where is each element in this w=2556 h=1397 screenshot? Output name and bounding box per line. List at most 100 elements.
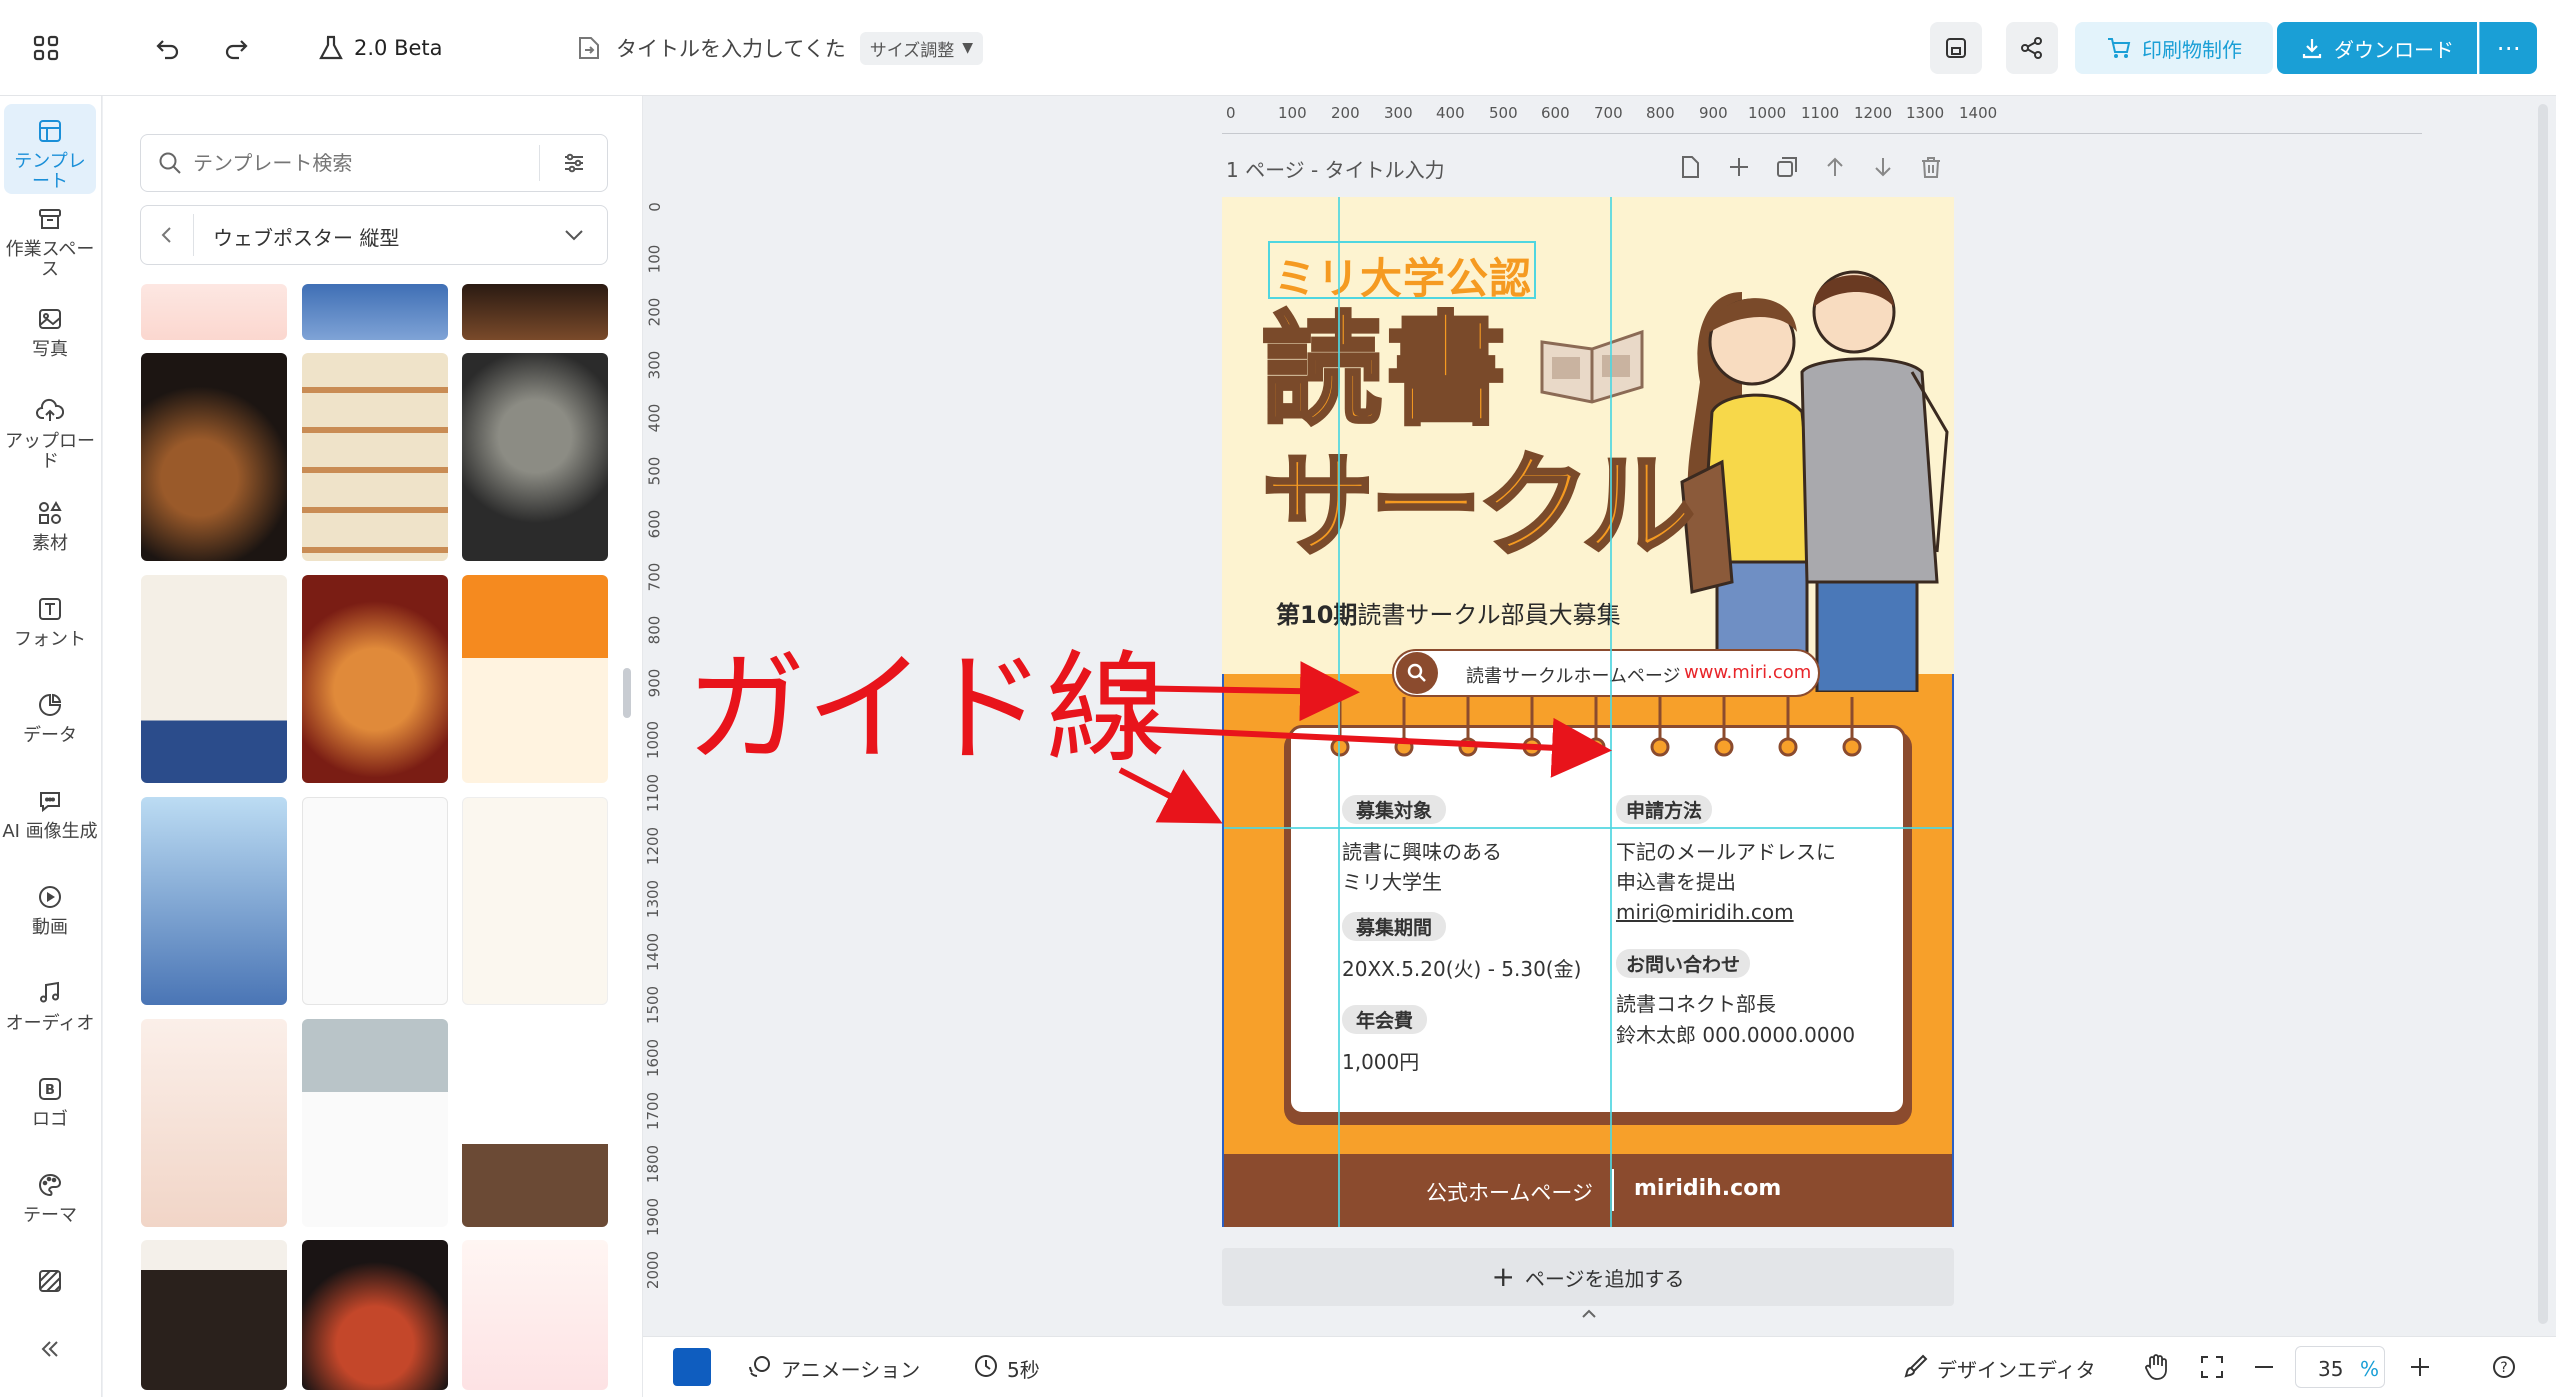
nav-theme[interactable]: テーマ <box>0 1168 100 1226</box>
trash-icon[interactable] <box>1918 154 1944 180</box>
version-button[interactable]: 2.0 Beta <box>318 28 443 68</box>
poster-subtitle[interactable]: 第10期読書サークル部員大募集 <box>1276 595 1621 630</box>
page-title[interactable]: 1 ページ - タイトル入力 <box>1226 158 1445 182</box>
template-thumbnail[interactable] <box>141 1240 287 1390</box>
template-thumbnail[interactable] <box>302 1240 448 1390</box>
apply-mail: miri@miridih.com <box>1616 900 1794 924</box>
download-button[interactable]: ダウンロード <box>2277 22 2477 74</box>
ruler-tick-label: 900 <box>645 668 664 698</box>
footer-right-text[interactable]: miridih.com <box>1634 1176 1781 1201</box>
poster-title-line2[interactable]: サークル <box>1260 445 1697 569</box>
template-thumbnail[interactable] <box>462 797 608 1005</box>
ruler-tick-label: 800 <box>645 615 664 645</box>
annotation-arrows <box>1118 661 1612 824</box>
category-select[interactable]: ウェブポスター 縦型 <box>140 205 608 265</box>
nav-elements[interactable]: 素材 <box>0 496 100 554</box>
apply-text[interactable]: 下記のメールアドレスに 申込書を提出 miri@miridih.com <box>1616 837 1836 927</box>
duplicate-icon[interactable] <box>1774 154 1800 180</box>
ruler-tick-label: 1400 <box>1959 104 1998 122</box>
nav-logo[interactable]: B ロゴ <box>0 1072 100 1130</box>
template-thumbnail[interactable] <box>141 284 287 340</box>
more-dots-icon: ⋯ <box>2496 34 2521 62</box>
template-thumbnail[interactable] <box>302 797 448 1005</box>
badge-text-box[interactable]: ミリ大学公認 <box>1268 241 1536 303</box>
size-adjust-button[interactable]: サイズ調整 ▼ <box>859 31 984 65</box>
template-thumbnail[interactable] <box>302 284 448 340</box>
fit-screen-icon[interactable] <box>2199 1354 2225 1384</box>
nav-font[interactable]: フォント <box>0 592 100 650</box>
template-thumbnail[interactable] <box>462 353 608 561</box>
clock-icon <box>973 1353 999 1383</box>
arrow-down-icon[interactable] <box>1870 154 1896 180</box>
nav-pattern[interactable] <box>0 1264 100 1302</box>
nav-data[interactable]: データ <box>0 688 100 746</box>
search-input[interactable] <box>193 147 523 179</box>
zoom-in-icon[interactable] <box>2407 1354 2433 1384</box>
hand-tool-icon[interactable] <box>2143 1353 2169 1385</box>
collapse-panel-button[interactable] <box>0 1332 100 1370</box>
ruler-tick-label: 200 <box>645 297 664 327</box>
design-editor-button[interactable]: デザインエディタ <box>1903 1353 2096 1383</box>
nav-workspace[interactable]: 作業スペース <box>0 202 100 280</box>
apps-grid-icon[interactable] <box>28 30 64 66</box>
more-options-button[interactable]: ⋯ <box>2479 22 2537 74</box>
template-thumbnail[interactable] <box>141 1019 287 1227</box>
add-page-button[interactable]: + ページを追加する <box>1222 1248 1954 1306</box>
period-text[interactable]: 20XX.5.20(火) - 5.30(金) <box>1342 953 1581 982</box>
page-header: 1 ページ - タイトル入力 <box>1226 154 1956 184</box>
undo-icon[interactable] <box>150 30 186 66</box>
nav-photo[interactable]: 写真 <box>0 302 100 360</box>
nav-audio[interactable]: オーディオ <box>0 976 100 1034</box>
guide-line-vertical[interactable] <box>1952 674 1954 1227</box>
contact-text[interactable]: 読書コネクト部長 鈴木太郎 000.0000.0000 <box>1616 989 1855 1051</box>
template-thumbnail[interactable] <box>141 797 287 1005</box>
template-thumbnail[interactable] <box>462 575 608 783</box>
filter-icon[interactable] <box>561 150 587 176</box>
panel-scrollbar[interactable] <box>623 668 631 718</box>
ruler-tick-label: 100 <box>645 244 664 274</box>
chevron-up-icon[interactable] <box>1576 1304 1602 1322</box>
nav-upload[interactable]: アップロード <box>0 394 100 472</box>
save-button[interactable] <box>1930 22 1982 74</box>
template-thumbnail[interactable] <box>141 353 287 561</box>
svg-text:B: B <box>45 1083 55 1098</box>
file-move-icon[interactable] <box>576 35 602 61</box>
zoom-field[interactable]: 35 % <box>2295 1346 2385 1388</box>
template-thumbnail[interactable] <box>302 1019 448 1227</box>
contact-heading[interactable]: お問い合わせ <box>1616 949 1751 978</box>
plus-icon[interactable] <box>1726 154 1752 180</box>
ruler-tick-label: 1100 <box>644 773 663 813</box>
template-thumbnail[interactable] <box>141 575 287 783</box>
nav-ai-image[interactable]: AI 画像生成 <box>0 784 100 842</box>
zoom-out-icon[interactable] <box>2251 1354 2277 1384</box>
redo-icon[interactable] <box>218 30 254 66</box>
search-icon <box>157 150 183 176</box>
print-button[interactable]: 印刷物制作 <box>2075 22 2273 74</box>
template-thumbnail[interactable] <box>302 353 448 561</box>
template-thumbnail[interactable] <box>462 1240 608 1390</box>
share-button[interactable] <box>2006 22 2058 74</box>
page-icon[interactable] <box>1678 154 1702 180</box>
template-thumbnail[interactable] <box>462 1019 608 1227</box>
color-swatch[interactable] <box>673 1348 711 1386</box>
cart-icon <box>2106 35 2132 61</box>
fee-text[interactable]: 1,000円 <box>1342 1046 1419 1075</box>
arrow-up-icon[interactable] <box>1822 154 1848 180</box>
fee-heading[interactable]: 年会費 <box>1342 1005 1428 1034</box>
poster-title-line1[interactable]: 読書 <box>1260 305 1510 439</box>
nav-template[interactable]: テンプレート <box>4 104 96 194</box>
zoom-unit: % <box>2360 1357 2380 1381</box>
title-input[interactable]: タイトルを入力してくた <box>616 33 846 63</box>
subtitle-rest: 読書サークル部員大募集 <box>1357 601 1621 629</box>
canvas-scrollbar[interactable] <box>2538 104 2548 1324</box>
footer-left-text[interactable]: 公式ホームページ <box>1426 1177 1593 1207</box>
duration-button[interactable]: 5秒 <box>973 1353 1040 1383</box>
period-heading[interactable]: 募集期間 <box>1342 912 1447 941</box>
nav-video[interactable]: 動画 <box>0 880 100 938</box>
help-icon[interactable]: ? <box>2491 1354 2517 1384</box>
chevron-left-icon[interactable] <box>155 223 179 247</box>
animation-button[interactable]: アニメーション <box>747 1353 920 1383</box>
template-thumbnail[interactable] <box>302 575 448 783</box>
font-icon <box>33 592 67 626</box>
template-thumbnail[interactable] <box>462 284 608 340</box>
